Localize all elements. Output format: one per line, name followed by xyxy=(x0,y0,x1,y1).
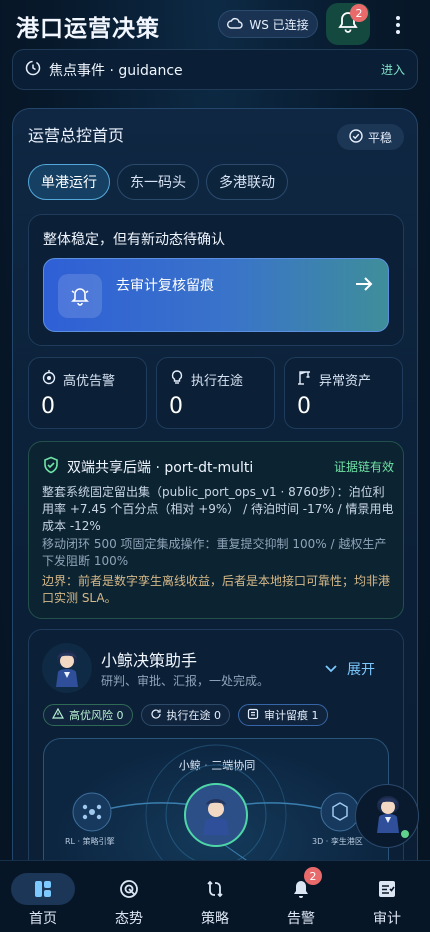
node-label-rl: RL · 策略引擎 xyxy=(65,837,115,846)
stat-value: 0 xyxy=(169,394,183,419)
bulb-icon xyxy=(169,369,185,389)
focus-enter-link[interactable]: 进入 xyxy=(381,61,405,78)
stat-abnormal-assets[interactable]: 异常资产 0 xyxy=(284,357,403,429)
status-summary-panel: 整体稳定，但有新动态待确认 去审计复核留痕 xyxy=(28,214,404,346)
alarm-icon xyxy=(41,369,57,389)
status-badge: 平稳 xyxy=(337,124,404,150)
port-scope-tabs: 单港运行 东一码头 多港联动 xyxy=(28,164,288,200)
ws-status-pill[interactable]: WS 已连接 xyxy=(218,10,318,38)
assistant-avatar xyxy=(41,642,93,694)
nav-home[interactable]: 首页 xyxy=(0,861,86,932)
bell-icon xyxy=(269,873,333,905)
expand-label: 展开 xyxy=(347,662,375,678)
shield-check-icon xyxy=(42,456,60,478)
app-title: 港口运营决策 xyxy=(16,16,160,42)
dot xyxy=(396,30,400,34)
route-icon xyxy=(183,873,247,905)
stat-label: 异常资产 xyxy=(319,374,372,389)
audit-review-label: 去审计复核留痕 xyxy=(116,278,214,294)
backend-boundary-text: 边界：前者是数字孪生离线收益，后者是本地接口可靠性；均非港口实测 SLA。 xyxy=(42,574,391,605)
backend-loop-text: 移动闭环 500 项固定集成操作：重复提交抑制 100% / 越权生产下发阻断 … xyxy=(42,537,387,568)
chip-label: 审计留痕 1 xyxy=(264,709,319,722)
chip-audit-trail[interactable]: 审计留痕 1 xyxy=(238,704,328,726)
card-title: 运营总控首页 xyxy=(28,126,125,145)
assistant-avatar-icon xyxy=(377,796,399,833)
backend-title: 双端共享后端 · port-dt-multi xyxy=(67,460,254,476)
assistant-description: 研判、审批、汇报，一处完成。 xyxy=(101,674,270,688)
stat-high-priority-alerts[interactable]: 高优告警 0 xyxy=(28,357,147,429)
operations-overview-card: 运营总控首页 平稳 单港运行 东一码头 多港联动 整体稳定，但有新动态待确认 去… xyxy=(12,108,418,889)
dot xyxy=(396,23,400,27)
nav-label: 态势 xyxy=(115,911,143,927)
nav-audit[interactable]: 审计 xyxy=(344,861,430,932)
audit-doc-icon xyxy=(355,873,419,905)
chevron-down-icon xyxy=(325,661,337,677)
chip-label: 执行在途 0 xyxy=(166,709,222,722)
tab-single-port[interactable]: 单港运行 xyxy=(28,164,110,200)
nav-label: 告警 xyxy=(287,911,315,927)
stat-in-progress[interactable]: 执行在途 0 xyxy=(156,357,275,429)
radar-icon xyxy=(97,873,161,905)
stat-value: 0 xyxy=(41,394,55,419)
tab-east-terminal[interactable]: 东一码头 xyxy=(117,164,199,200)
nav-label: 首页 xyxy=(29,911,57,927)
home-grid-icon xyxy=(11,873,75,905)
backend-benchmark-text: 整套系统固定留出集（public_port_ops_v1 · 8760步）：泊位… xyxy=(42,485,394,533)
check-circle-icon xyxy=(349,128,363,146)
chip-in-progress[interactable]: 执行在途 0 xyxy=(140,704,230,726)
assistant-name: 小鲸决策助手 xyxy=(101,651,198,670)
tab-multi-port[interactable]: 多港联动 xyxy=(206,164,288,200)
chip-high-risk[interactable]: 高优风险 0 xyxy=(43,704,133,726)
alarm-bell-icon xyxy=(58,274,102,318)
bottom-navigation: 首页 态势 策略 2 告警 审计 xyxy=(0,860,430,932)
nav-alerts[interactable]: 2 告警 xyxy=(258,861,344,932)
warning-icon xyxy=(51,707,65,722)
expand-button[interactable]: 展开 xyxy=(325,659,375,679)
status-message: 整体稳定，但有新动态待确认 xyxy=(43,232,225,248)
refresh-icon xyxy=(150,708,162,723)
crane-icon xyxy=(297,369,313,389)
decision-assistant-panel: 小鲸决策助手 研判、审批、汇报，一处完成。 展开 高优风险 0 执行在途 0 审… xyxy=(28,629,404,889)
nav-strategy[interactable]: 策略 xyxy=(172,861,258,932)
ws-status-text: WS 已连接 xyxy=(249,17,309,32)
stat-value: 0 xyxy=(297,394,311,419)
audit-review-button[interactable]: 去审计复核留痕 xyxy=(43,258,389,332)
clock-icon xyxy=(25,60,41,80)
focus-event-bar[interactable]: 焦点事件 · guidance 进入 xyxy=(12,49,418,90)
stat-label: 执行在途 xyxy=(191,374,244,389)
chip-label: 高优风险 0 xyxy=(69,709,124,722)
floating-assistant-button[interactable] xyxy=(355,784,419,848)
online-indicator xyxy=(401,830,409,838)
top-app-bar: 港口运营决策 WS 已连接 2 xyxy=(0,0,430,48)
shared-backend-panel: 双端共享后端 · port-dt-multi 证据链有效 整套系统固定留出集（p… xyxy=(28,441,404,619)
ledger-icon xyxy=(247,708,259,723)
nav-situation[interactable]: 态势 xyxy=(86,861,172,932)
stat-label: 高优告警 xyxy=(63,374,116,389)
stats-row: 高优告警 0 执行在途 0 异常资产 0 xyxy=(28,357,403,429)
alerts-badge: 2 xyxy=(304,867,322,885)
notifications-button[interactable]: 2 xyxy=(326,3,370,45)
dot xyxy=(396,16,400,20)
arrow-right-icon xyxy=(354,275,374,297)
nav-label: 审计 xyxy=(373,911,401,927)
assistant-chips: 高优风险 0 执行在途 0 审计留痕 1 xyxy=(43,704,328,726)
notification-badge: 2 xyxy=(350,4,368,22)
focus-event-text: 焦点事件 · guidance xyxy=(49,62,183,79)
cloud-icon xyxy=(227,17,243,32)
evidence-chain-status: 证据链有效 xyxy=(334,460,395,474)
nav-label: 策略 xyxy=(201,911,229,927)
more-menu-button[interactable] xyxy=(388,12,408,38)
status-badge-label: 平稳 xyxy=(367,130,392,145)
